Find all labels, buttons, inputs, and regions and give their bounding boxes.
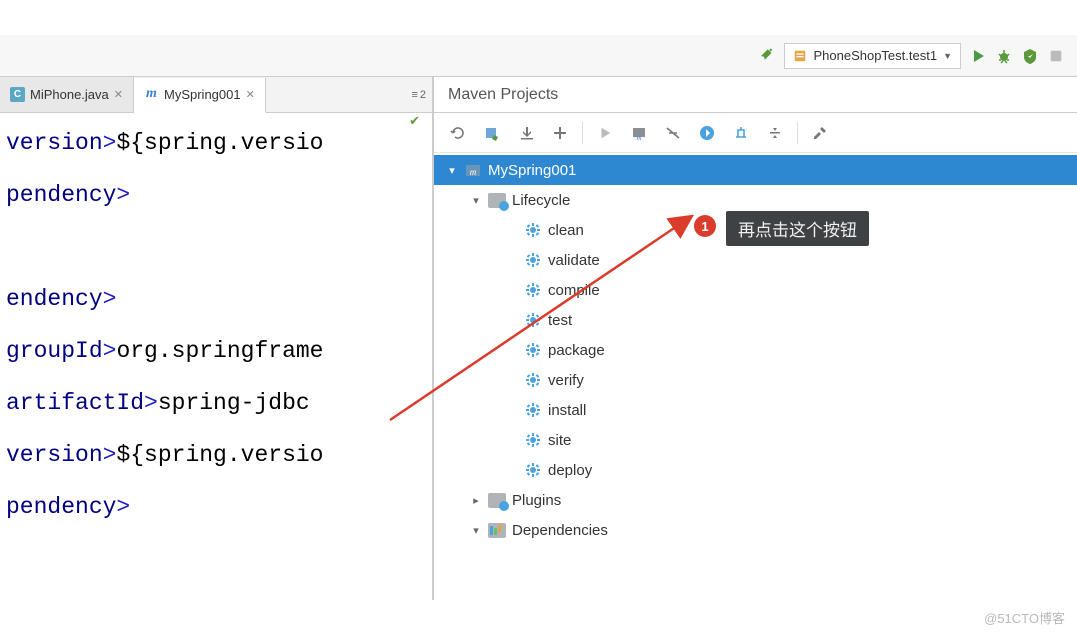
test-config-icon [793,49,807,63]
goal-label: package [548,342,605,359]
goal-label: validate [548,252,600,269]
collapse-icon[interactable]: ▸ [470,494,482,507]
maven-header: Maven Projects [434,77,1077,113]
code-line[interactable]: version>${spring.versio [0,429,432,481]
settings-icon[interactable] [804,117,836,149]
expand-icon[interactable]: ▾ [446,164,458,177]
gear-icon [524,281,542,299]
goal-label: test [548,312,572,329]
generate-sources-icon[interactable] [476,117,508,149]
java-class-icon: C [10,87,25,102]
toggle-offline-icon[interactable] [657,117,689,149]
goal-label: clean [548,222,584,239]
tab-miphone[interactable]: C MiPhone.java ✕ [0,77,134,112]
code-line[interactable]: artifactId>spring-jdbc [0,377,432,429]
run-config-label: PhoneShopTest.test1 [813,48,937,63]
code-line[interactable]: pendency> [0,169,432,221]
goal-label: deploy [548,462,592,479]
debug-icon[interactable] [995,47,1013,65]
lifecycle-goal[interactable]: install [434,395,1077,425]
tree-root[interactable]: ▾ m MySpring001 [434,155,1077,185]
goal-label: compile [548,282,600,299]
skip-tests-icon[interactable] [691,117,723,149]
annotation-badge: 1 [694,215,716,237]
lifecycle-goal[interactable]: site [434,425,1077,455]
run-icon[interactable] [969,47,987,65]
show-dependencies-icon[interactable] [725,117,757,149]
gear-icon [524,431,542,449]
list-icon: ≡ [411,89,416,101]
tab-myspring001[interactable]: m MySpring001 ✕ [134,78,266,113]
code-line[interactable]: version>${spring.versio [0,117,432,169]
lifecycle-goal[interactable]: package [434,335,1077,365]
code-line[interactable]: pendency> [0,481,432,533]
lifecycle-goal[interactable]: verify [434,365,1077,395]
run-configuration-selector[interactable]: PhoneShopTest.test1 ▼ [784,43,961,69]
editor-body[interactable]: ✔ version>${spring.versiopendency> enden… [0,113,432,600]
watermark: @51CTO博客 [984,608,1065,627]
goal-label: install [548,402,586,419]
stop-icon[interactable] [1047,47,1065,65]
tree-root-label: MySpring001 [488,162,576,179]
folder-icon [488,191,506,209]
tree-label: Dependencies [512,522,608,539]
maven-icon: m [144,87,159,102]
gear-icon [524,401,542,419]
tab-count: 2 [420,89,426,101]
folder-icon [488,491,506,509]
folder-icon [488,521,506,539]
dropdown-icon: ▼ [943,51,952,61]
maven-panel: Maven Projects m ▾ m MySpring001 ▾ [434,77,1077,600]
gear-icon [524,461,542,479]
code-line[interactable]: endency> [0,273,432,325]
svg-text:m: m [636,134,641,141]
svg-text:m: m [470,167,477,177]
lifecycle-goal[interactable]: validate [434,245,1077,275]
close-icon[interactable]: ✕ [246,88,255,101]
top-toolbar: PhoneShopTest.test1 ▼ [0,35,1077,77]
maven-toolbar: m [434,113,1077,153]
add-icon[interactable] [544,117,576,149]
tree-label: Plugins [512,492,561,509]
annotation-tooltip: 再点击这个按钮 [726,211,869,246]
lifecycle-goal[interactable]: deploy [434,455,1077,485]
module-icon: m [464,161,482,179]
tab-label: MiPhone.java [30,87,109,102]
lifecycle-goal[interactable]: compile [434,275,1077,305]
editor-panel: C MiPhone.java ✕ m MySpring001 ✕ ≡ 2 ✔ v… [0,77,434,600]
tree-dependencies[interactable]: ▾ Dependencies [434,515,1077,545]
refresh-icon[interactable] [442,117,474,149]
run-maven-icon[interactable] [589,117,621,149]
editor-tabs: C MiPhone.java ✕ m MySpring001 ✕ ≡ 2 [0,77,432,113]
code-line[interactable]: groupId>org.springframe [0,325,432,377]
coverage-icon[interactable] [1021,47,1039,65]
inspection-ok-icon: ✔ [409,113,420,129]
download-icon[interactable] [510,117,542,149]
expand-icon[interactable]: ▾ [470,524,482,537]
gear-icon [524,311,542,329]
tree-label: Lifecycle [512,192,570,209]
gear-icon [524,341,542,359]
gear-icon [524,221,542,239]
tree-plugins[interactable]: ▸ Plugins [434,485,1077,515]
goal-label: site [548,432,571,449]
expand-icon[interactable]: ▾ [470,194,482,207]
tabs-overflow[interactable]: ≡ 2 [411,89,432,101]
close-icon[interactable]: ✕ [114,88,123,101]
goal-label: verify [548,372,584,389]
tab-label: MySpring001 [164,87,241,102]
gear-icon [524,371,542,389]
gear-icon [524,251,542,269]
lifecycle-goal[interactable]: test [434,305,1077,335]
execute-maven-goal-icon[interactable]: m [623,117,655,149]
build-icon[interactable] [758,47,776,65]
code-line[interactable] [0,221,432,273]
collapse-all-icon[interactable] [759,117,791,149]
